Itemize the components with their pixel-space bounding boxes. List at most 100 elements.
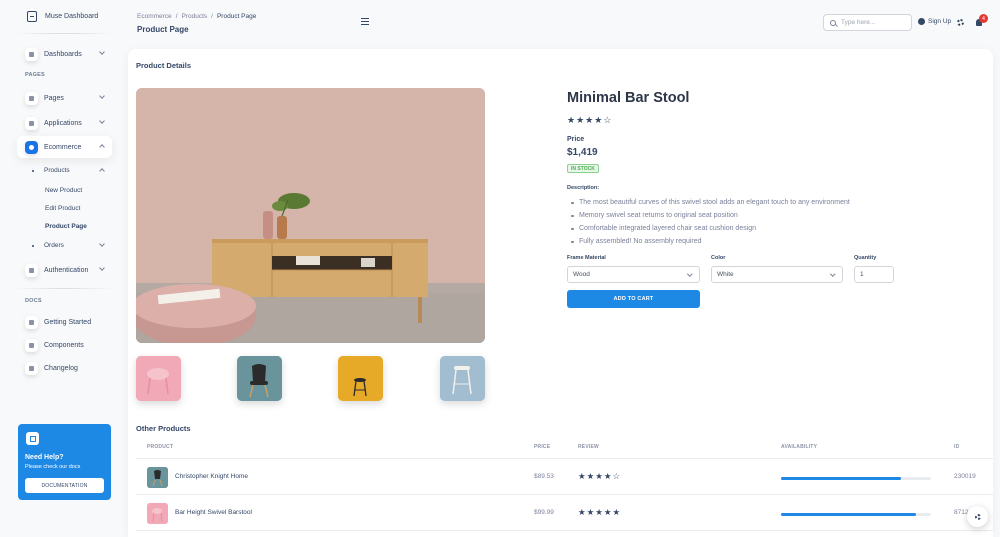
- sidebar-item-label: Authentication: [44, 266, 89, 274]
- star-filled-icon: ★: [585, 115, 594, 125]
- product-thumbnail[interactable]: [237, 356, 282, 401]
- sidebar-item-ecommerce[interactable]: Ecommerce: [17, 136, 112, 158]
- sidebar-item-changelog[interactable]: Changelog: [17, 357, 112, 379]
- chevron-down-icon: [99, 118, 105, 124]
- gear-icon[interactable]: [957, 19, 964, 26]
- star-filled-icon: ★: [567, 115, 576, 125]
- sidebar-item-label: Changelog: [44, 364, 78, 372]
- section-title-pages: PAGES: [25, 72, 45, 78]
- row-price: $89.53: [534, 473, 554, 480]
- table-divider: [136, 530, 993, 531]
- chevron-down-icon: [829, 271, 835, 277]
- star-empty-icon: ☆: [612, 471, 621, 481]
- star-filled-icon: ★: [586, 471, 595, 481]
- sidebar-item-edit-product[interactable]: Edit Product: [45, 205, 80, 212]
- sidebar-item-dashboards[interactable]: Dashboards: [17, 43, 112, 65]
- row-product-name: Bar Height Swivel Barstool: [175, 509, 252, 516]
- sidebar-item-product-page[interactable]: Product Page: [45, 223, 87, 230]
- star-filled-icon: ★: [576, 115, 585, 125]
- sign-up-link[interactable]: Sign Up: [918, 18, 951, 25]
- description-item: The most beautiful curves of this swivel…: [571, 196, 850, 209]
- price-label: Price: [567, 136, 585, 143]
- sidebar-item-pages[interactable]: Pages: [17, 87, 112, 109]
- section-title: Product Details: [136, 61, 192, 70]
- breadcrumb-ecommerce[interactable]: Ecommerce: [137, 13, 172, 20]
- chevron-up-icon: [99, 168, 105, 174]
- star-filled-icon: ★: [595, 471, 603, 481]
- components-icon: [25, 338, 38, 352]
- sidebar-item-label: Components: [44, 341, 84, 349]
- other-products-title: Other Products: [136, 424, 191, 433]
- star-filled-icon: ★: [612, 507, 621, 517]
- description-list: The most beautiful curves of this swivel…: [571, 196, 850, 248]
- sidebar-item-components[interactable]: Components: [17, 334, 112, 356]
- add-to-cart-button[interactable]: ADD TO CART: [567, 290, 700, 308]
- brand[interactable]: Muse Dashboard: [27, 11, 98, 22]
- description-item: Fully assembled! No assembly required: [571, 235, 850, 248]
- sidebar-item-label: Products: [44, 167, 70, 174]
- color-value: White: [717, 271, 734, 278]
- availability-bar: [781, 513, 931, 516]
- search-placeholder: Type here...: [841, 19, 876, 26]
- sidebar-item-applications[interactable]: Applications: [17, 112, 112, 134]
- availability-fill: [781, 477, 901, 480]
- star-filled-icon: ★: [603, 471, 612, 481]
- product-price: $1,419: [567, 147, 598, 158]
- column-header-id: ID: [954, 444, 960, 450]
- section-title-docs: DOCS: [25, 298, 42, 304]
- availability-bar: [781, 477, 931, 480]
- star-filled-icon: ★: [595, 507, 603, 517]
- documentation-button[interactable]: DOCUMENTATION: [25, 478, 104, 493]
- star-filled-icon: ★: [603, 507, 612, 517]
- sign-up-label: Sign Up: [928, 18, 952, 25]
- help-icon: [26, 432, 39, 445]
- sidebar-item-products[interactable]: Products: [32, 167, 70, 174]
- frame-material-value: Wood: [573, 271, 590, 278]
- document-icon: [25, 315, 38, 329]
- frame-material-select[interactable]: Wood: [567, 266, 700, 283]
- frame-material-label: Frame Material: [567, 255, 606, 261]
- sidebar-item-getting-started[interactable]: Getting Started: [17, 311, 112, 333]
- row-product-image: [147, 503, 168, 524]
- notification-badge: 4: [979, 14, 988, 23]
- star-filled-icon: ★: [578, 507, 586, 517]
- apps-grid-icon: [25, 116, 38, 130]
- settings-fab-button[interactable]: [967, 506, 988, 527]
- chevron-down-icon: [99, 93, 105, 99]
- row-product-name: Christopher Knight Home: [175, 473, 248, 480]
- shop-icon: [25, 140, 38, 154]
- stock-badge: IN STOCK: [567, 164, 599, 173]
- star-filled-icon: ★: [594, 115, 603, 125]
- sidebar-item-new-product[interactable]: New Product: [45, 187, 82, 194]
- menu-toggle-icon[interactable]: [361, 18, 369, 25]
- breadcrumb-products[interactable]: Products: [182, 13, 208, 20]
- quantity-value: 1: [860, 271, 864, 278]
- chevron-up-icon: [99, 144, 105, 150]
- sidebar-item-authentication[interactable]: Authentication: [17, 259, 112, 281]
- row-rating: ★ ★ ★ ★ ☆: [578, 471, 620, 482]
- description-item: Memory swivel seat returns to original s…: [571, 209, 850, 222]
- availability-fill: [781, 513, 916, 516]
- quantity-input[interactable]: 1: [854, 266, 894, 283]
- color-label: Color: [711, 255, 726, 261]
- color-select[interactable]: White: [711, 266, 843, 283]
- help-card: Need Help? Please check our docs DOCUMEN…: [18, 424, 111, 500]
- row-id: 230019: [954, 473, 976, 480]
- description-item: Comfortable integrated layered chair sea…: [571, 222, 850, 235]
- breadcrumb-separator: /: [211, 13, 213, 20]
- product-thumbnail[interactable]: [136, 356, 181, 401]
- sidebar-item-label: Ecommerce: [44, 143, 82, 151]
- pages-icon: [25, 91, 38, 105]
- sidebar-item-label: Applications: [44, 119, 82, 127]
- search-input[interactable]: Type here...: [823, 14, 912, 31]
- star-empty-icon: ☆: [603, 115, 612, 125]
- search-icon: [830, 19, 836, 26]
- product-rating: ★ ★ ★ ★ ☆: [567, 115, 611, 126]
- sidebar-item-orders[interactable]: Orders: [32, 242, 64, 249]
- product-thumbnail[interactable]: [440, 356, 485, 401]
- changelog-icon: [25, 361, 38, 375]
- chevron-down-icon: [99, 265, 105, 271]
- sidebar-item-label: Getting Started: [44, 318, 92, 326]
- row-product-image: [147, 467, 168, 488]
- product-thumbnail[interactable]: [338, 356, 383, 401]
